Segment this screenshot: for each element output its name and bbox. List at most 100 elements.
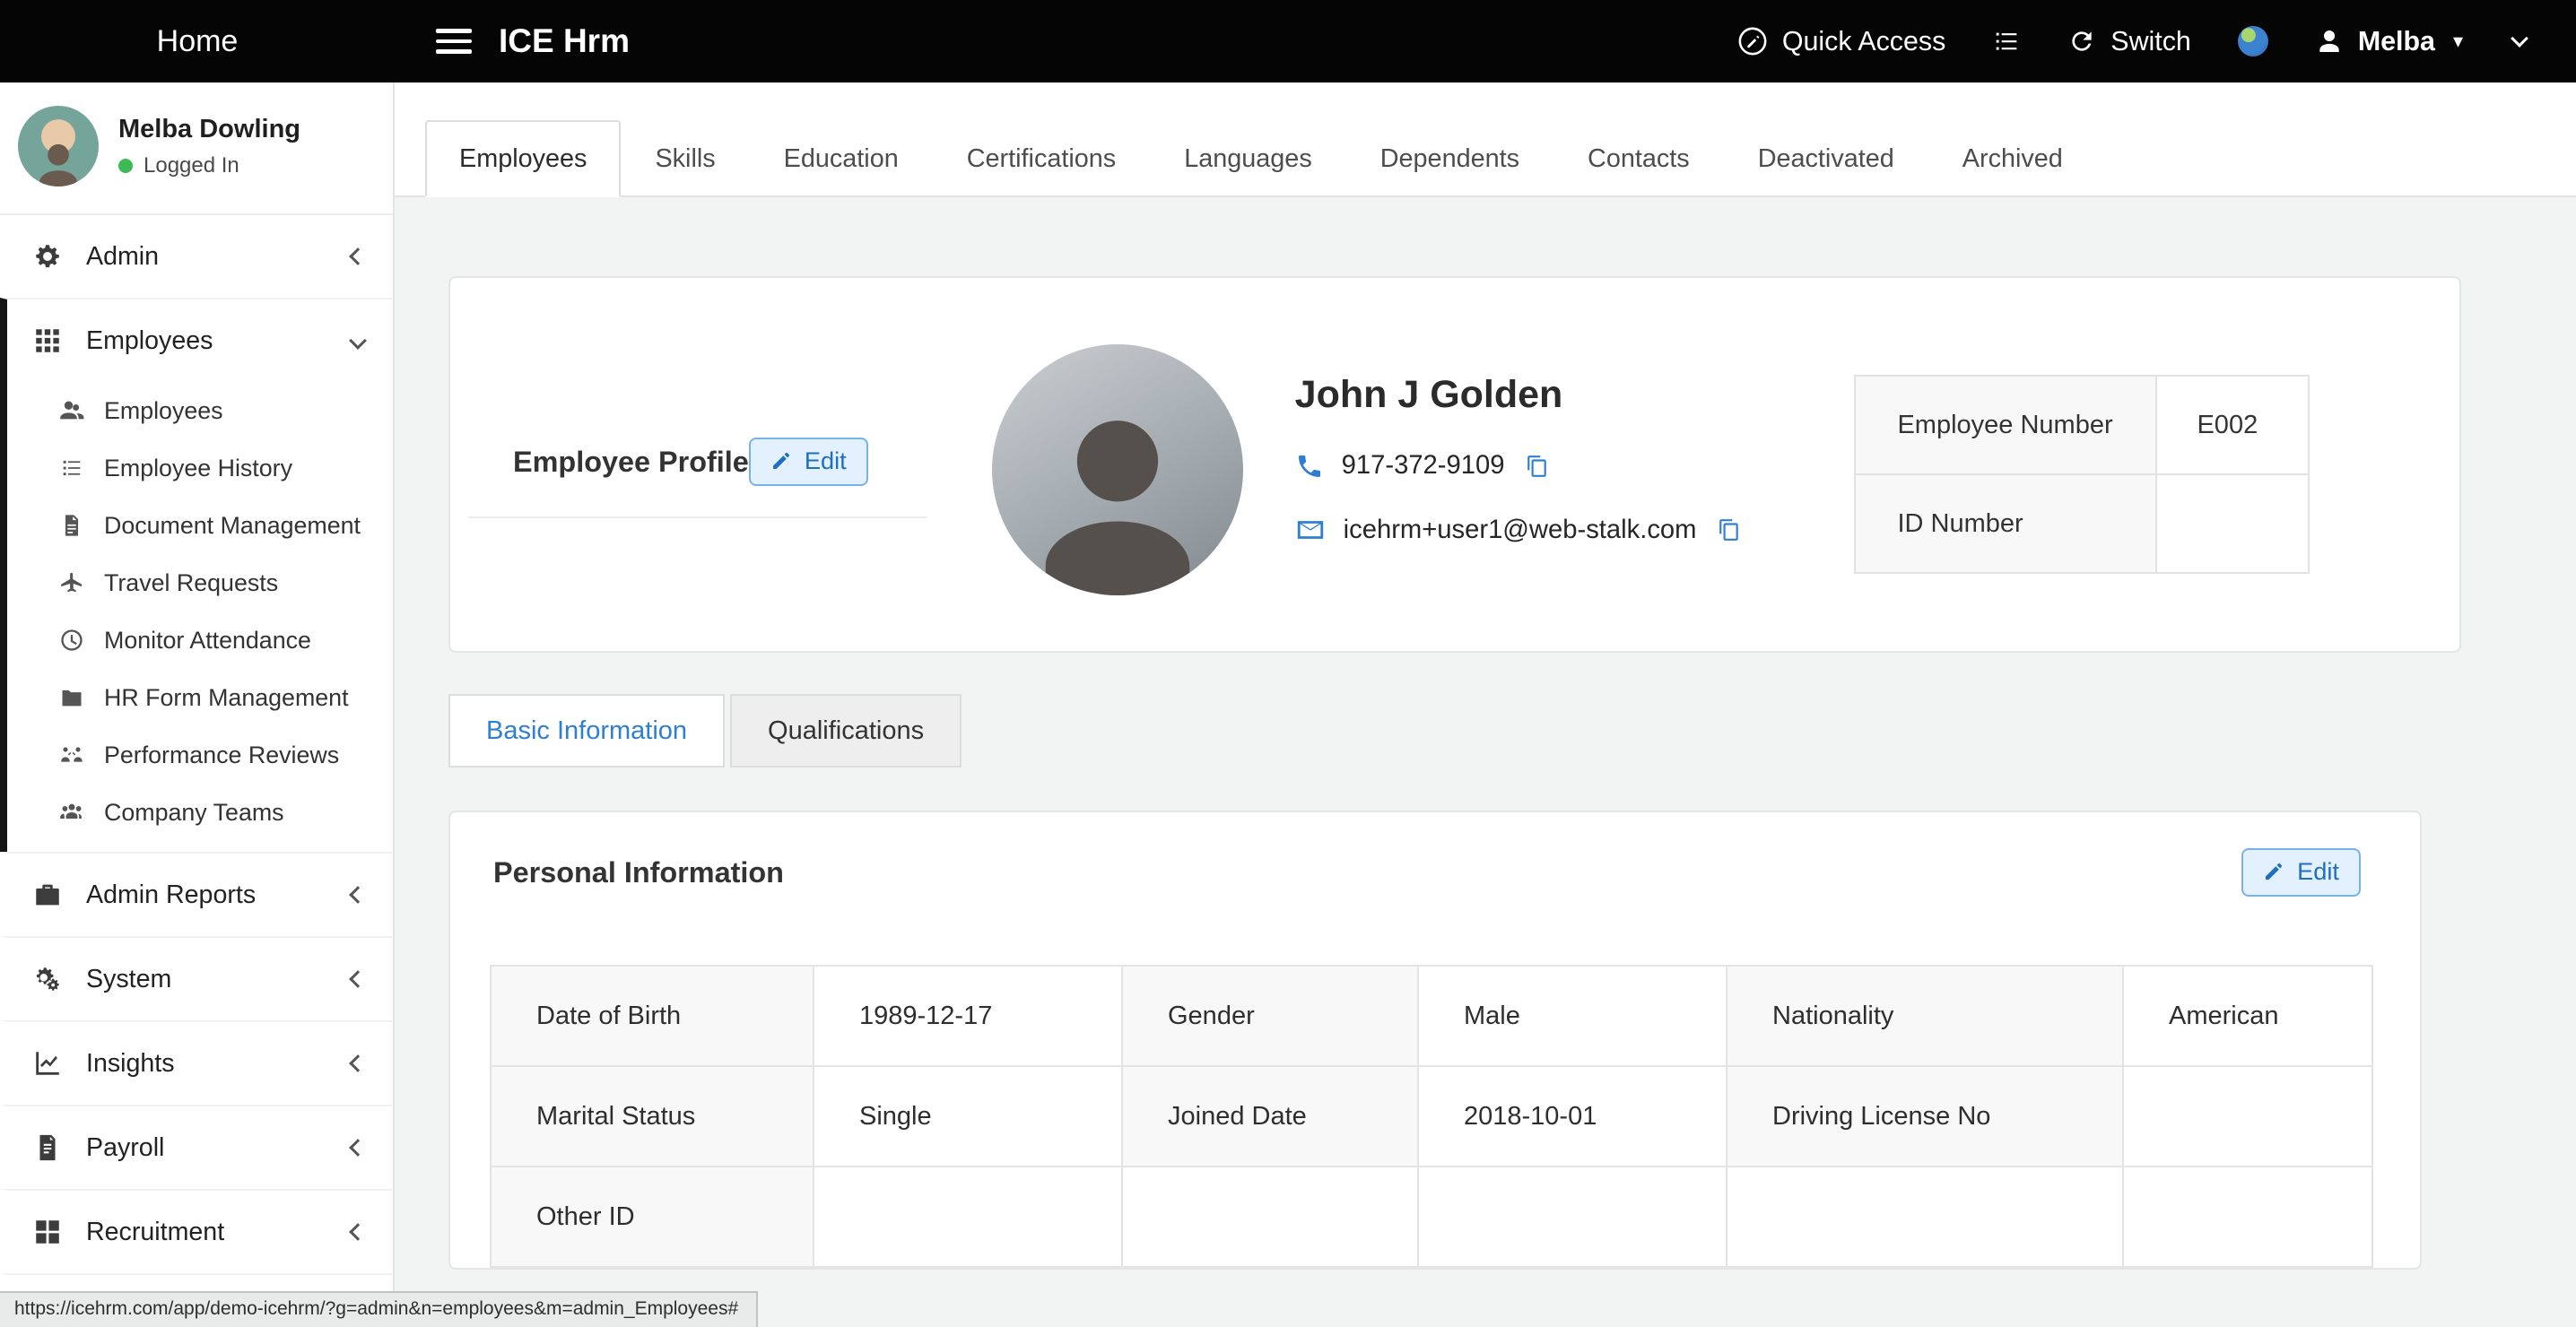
- tab-dependents[interactable]: Dependents: [1346, 120, 1553, 197]
- team-icon: [59, 800, 84, 825]
- grid-icon: [32, 325, 63, 356]
- subtab-basic-information[interactable]: Basic Information: [448, 694, 725, 768]
- pencil-icon: [770, 450, 792, 472]
- sidebar-item-employees[interactable]: Employees: [7, 299, 393, 382]
- subtab-qualifications[interactable]: Qualifications: [730, 694, 962, 768]
- field-label: Other ID: [492, 1167, 813, 1266]
- sidebar-subitem-label: Company Teams: [104, 799, 284, 827]
- edit-label: Edit: [805, 447, 847, 475]
- sidebar-subitem-hr-form-management[interactable]: HR Form Management: [7, 669, 393, 726]
- login-status: Logged In: [144, 153, 239, 178]
- field-label: Joined Date: [1121, 1067, 1417, 1166]
- switch-button[interactable]: Switch: [2067, 26, 2191, 57]
- quick-access-button[interactable]: Quick Access: [1737, 26, 1945, 57]
- home-button[interactable]: Home: [0, 24, 395, 59]
- field-value: 2018-10-01: [1417, 1067, 1726, 1166]
- copy-email-button[interactable]: [1718, 518, 1741, 542]
- field-label: Date of Birth: [492, 967, 813, 1065]
- sidebar-item-admin[interactable]: Admin: [7, 215, 393, 298]
- field-label: Employee Number: [1856, 377, 2157, 473]
- hamburger-menu-icon[interactable]: [436, 22, 472, 60]
- tab-deactivated[interactable]: Deactivated: [1724, 120, 1928, 197]
- employee-photo: [992, 344, 1243, 595]
- empty-cell: [2122, 1167, 2377, 1266]
- sidebar-subitem-monitor-attendance[interactable]: Monitor Attendance: [7, 611, 393, 669]
- avatar-silhouette-icon: [992, 394, 1243, 595]
- sidebar-subitem-company-teams[interactable]: Company Teams: [7, 784, 393, 841]
- tab-certifications[interactable]: Certifications: [933, 120, 1150, 197]
- table-row: Marital StatusSingleJoined Date2018-10-0…: [492, 1065, 2371, 1166]
- language-globe-icon[interactable]: [2238, 26, 2268, 56]
- sidebar-subitem-document-management[interactable]: Document Management: [7, 497, 393, 554]
- sidebar-subitem-label: Performance Reviews: [104, 742, 339, 769]
- sidebar-subitem-label: Travel Requests: [104, 569, 278, 597]
- field-value: [2157, 475, 2308, 572]
- tab-languages[interactable]: Languages: [1150, 120, 1346, 197]
- tab-education[interactable]: Education: [750, 120, 933, 197]
- clock-icon: [59, 628, 84, 653]
- table-row: Date of Birth1989-12-17GenderMaleNationa…: [492, 967, 2371, 1065]
- employee-field-row: Employee NumberE002: [1856, 377, 2308, 473]
- chart-icon: [32, 1048, 63, 1079]
- personal-information-card: Personal Information Edit Date of Birth1…: [448, 811, 2422, 1270]
- personal-information-edit-button[interactable]: Edit: [2241, 848, 2361, 897]
- field-value: Single: [813, 1067, 1121, 1166]
- sidebar-subitem-employees[interactable]: Employees: [7, 382, 393, 439]
- online-status-dot: [118, 159, 133, 173]
- profile-name: Melba Dowling: [118, 115, 300, 144]
- sidebar-subitem-travel-requests[interactable]: Travel Requests: [7, 554, 393, 611]
- field-value: E002: [2157, 377, 2308, 473]
- chevron-down-icon[interactable]: [2511, 30, 2528, 48]
- quick-access-label: Quick Access: [1782, 26, 1945, 57]
- sidebar-subitem-label: Employee History: [104, 455, 292, 482]
- detail-subtabs: Basic InformationQualifications: [448, 694, 2461, 768]
- sidebar-item-payroll[interactable]: Payroll: [7, 1106, 393, 1189]
- users-icon: [59, 398, 84, 423]
- tasks-button[interactable]: [1992, 27, 2021, 56]
- personal-info-table: Date of Birth1989-12-17GenderMaleNationa…: [490, 965, 2373, 1268]
- sidebar-submenu: Employees Employee History Document Manage…: [7, 382, 393, 852]
- copy-icon: [1526, 455, 1549, 478]
- tab-skills[interactable]: Skills: [621, 120, 749, 197]
- main-area: EmployeesSkillsEducationCertificationsLa…: [395, 82, 2576, 1327]
- employee-kv-table: Employee NumberE002ID Number: [1854, 375, 2310, 574]
- document-icon: [59, 513, 84, 538]
- sidebar-group-system: System: [0, 936, 393, 1020]
- sidebar-item-label: Insights: [86, 1049, 175, 1079]
- user-name: Melba: [2358, 26, 2435, 57]
- tab-employees[interactable]: Employees: [425, 120, 621, 197]
- sidebar-subitem-performance-reviews[interactable]: Performance Reviews: [7, 726, 393, 784]
- field-value: [2122, 1067, 2377, 1166]
- copy-phone-button[interactable]: [1526, 455, 1549, 478]
- switch-label: Switch: [2110, 26, 2191, 57]
- app-title: ICE Hrm: [499, 22, 630, 60]
- empty-cell: [1726, 1167, 2122, 1266]
- invoice-icon: [32, 1132, 63, 1163]
- pencil-icon: [2263, 861, 2284, 882]
- employee-profile-edit-button[interactable]: Edit: [749, 438, 868, 486]
- sidebar-item-admin-reports[interactable]: Admin Reports: [7, 854, 393, 936]
- field-label: Driving License No: [1726, 1067, 2122, 1166]
- tab-contacts[interactable]: Contacts: [1553, 120, 1724, 197]
- person-icon: [2315, 27, 2344, 56]
- field-label: Gender: [1121, 967, 1417, 1065]
- sidebar-group-admin-reports: Admin Reports: [0, 852, 393, 936]
- grid-small-icon: [32, 1217, 63, 1247]
- chevron-left-icon: [349, 247, 367, 265]
- sidebar-profile: Melba Dowling Logged In: [0, 82, 393, 215]
- sidebar-subitem-label: Document Management: [104, 512, 361, 540]
- sidebar-item-recruitment[interactable]: Recruitment: [7, 1191, 393, 1273]
- employee-name: John J Golden: [1295, 373, 1742, 417]
- tab-archived[interactable]: Archived: [1928, 120, 2097, 197]
- plane-icon: [59, 570, 84, 595]
- list-icon: [59, 455, 84, 481]
- chevron-left-icon: [349, 886, 367, 904]
- gear-icon: [32, 241, 63, 272]
- user-menu[interactable]: Melba ▾: [2315, 26, 2463, 57]
- module-tabs: EmployeesSkillsEducationCertificationsLa…: [395, 82, 2576, 197]
- sidebar-item-system[interactable]: System: [7, 938, 393, 1020]
- field-label: ID Number: [1856, 475, 2157, 572]
- sidebar-item-insights[interactable]: Insights: [7, 1022, 393, 1105]
- sidebar-subitem-employee-history[interactable]: Employee History: [7, 439, 393, 497]
- sidebar-group-recruitment: Recruitment: [0, 1189, 393, 1273]
